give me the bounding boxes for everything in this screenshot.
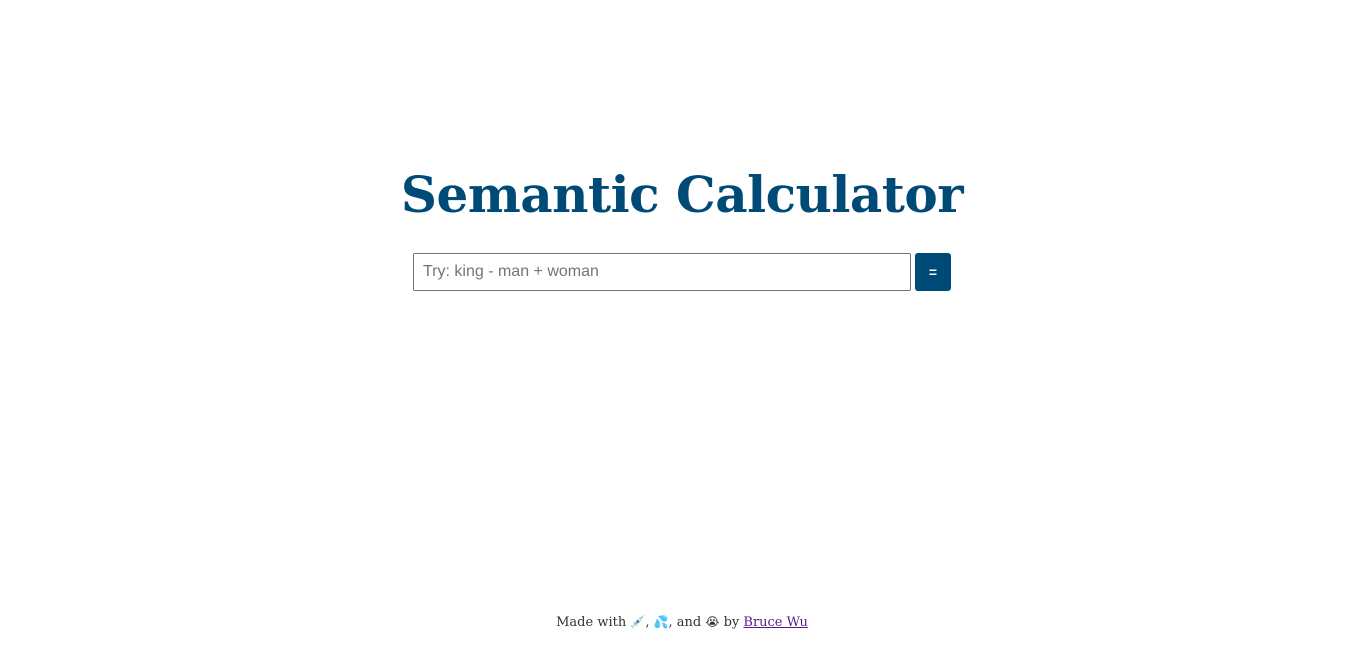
author-link[interactable]: Bruce Wu xyxy=(743,615,807,630)
footer-separator-and: , and xyxy=(668,615,702,630)
expression-input[interactable] xyxy=(413,253,911,291)
sweat-droplets-icon: 💦 xyxy=(653,615,669,629)
calculator-form: = xyxy=(413,253,951,291)
crying-face-icon: 😭 xyxy=(705,615,720,629)
page-title: Semantic Calculator xyxy=(400,165,964,224)
footer-by: by xyxy=(723,615,740,630)
footer-separator: , xyxy=(645,615,650,630)
footer: Made with 💉, 💦, and 😭 by Bruce Wu xyxy=(0,613,1364,632)
equals-button[interactable]: = xyxy=(915,253,951,291)
syringe-icon: 💉 xyxy=(630,615,646,629)
footer-prefix: Made with xyxy=(556,615,627,630)
